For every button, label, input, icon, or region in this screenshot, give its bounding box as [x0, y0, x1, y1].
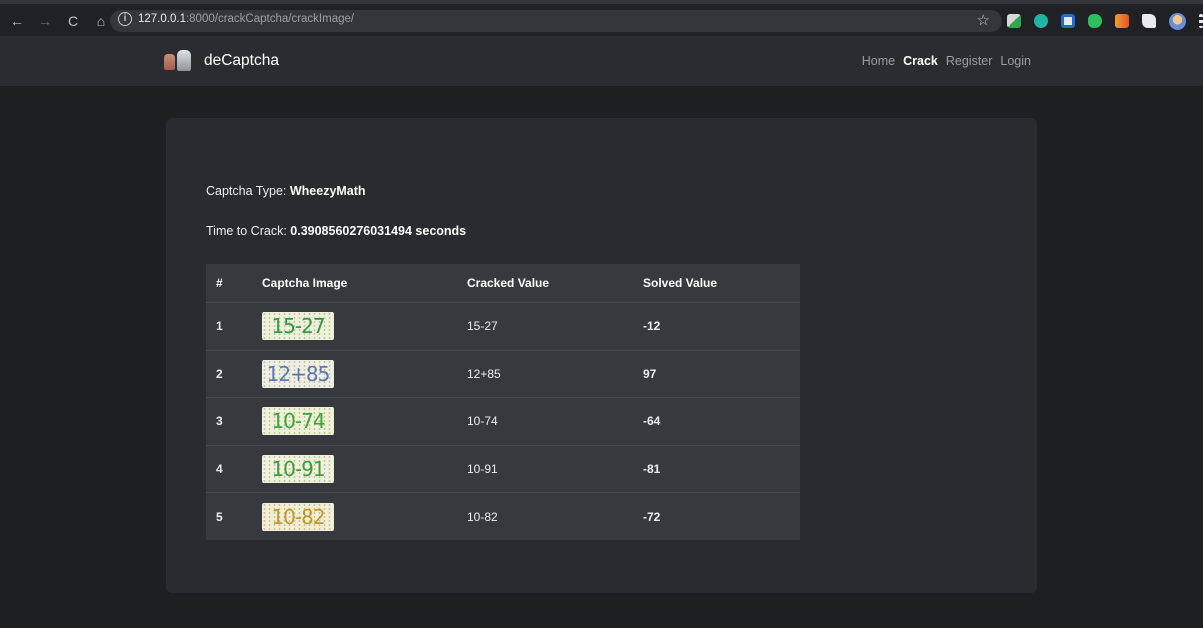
- captcha-type-label: Captcha Type:: [206, 184, 290, 198]
- url-path: :8000/crackCaptcha/crackImage/: [185, 13, 355, 25]
- captcha-image-text: 12+85: [266, 361, 331, 386]
- solved-value: 97: [643, 366, 657, 381]
- extension-evernote-icon[interactable]: [1088, 14, 1102, 28]
- url-text[interactable]: 127.0.0.1:8000/crackCaptcha/crackImage/: [138, 13, 354, 25]
- solved-value: -72: [643, 509, 661, 524]
- captcha-image: 10-91: [262, 455, 334, 484]
- nav-crack[interactable]: Crack: [903, 54, 938, 68]
- bookmark-star-icon[interactable]: ☆: [977, 11, 990, 29]
- row-index: 4: [216, 462, 223, 477]
- nav-links: Home Crack Register Login: [862, 54, 1031, 68]
- table-row: 1 15-27 15-27 -12: [206, 302, 800, 350]
- browser-nav-buttons: ← → C ⌂: [10, 12, 108, 30]
- table-row: 2 12+85 12+85 97: [206, 349, 800, 398]
- captcha-image: 10-74: [262, 407, 334, 436]
- row-index: 1: [216, 319, 223, 334]
- solved-value: -64: [643, 414, 661, 429]
- browser-toolbar: ← → C ⌂ i 127.0.0.1:8000/crackCaptcha/cr…: [0, 0, 1203, 36]
- cracked-value: 10-91: [467, 462, 498, 477]
- table-header-row: # Captcha Image Cracked Value Solved Val…: [206, 264, 800, 302]
- table-row: 3 10-74 10-74 -64: [206, 397, 800, 445]
- reload-icon[interactable]: C: [66, 12, 80, 30]
- extension-screen-icon[interactable]: [1061, 14, 1075, 28]
- back-icon[interactable]: ←: [10, 12, 24, 30]
- captcha-image-text: 15-27: [271, 314, 325, 339]
- extension-m-icon[interactable]: [1034, 14, 1048, 28]
- cracked-value: 12+85: [467, 366, 501, 381]
- solved-value: -81: [643, 462, 661, 477]
- cracked-value: 15-27: [467, 319, 498, 334]
- row-index: 3: [216, 414, 223, 429]
- captcha-image-cell: 10-74: [262, 398, 334, 445]
- captcha-image-cell: 10-82: [262, 493, 334, 540]
- home-icon[interactable]: ⌂: [94, 12, 108, 30]
- row-index: 2: [216, 366, 223, 381]
- nav-home[interactable]: Home: [862, 54, 895, 68]
- captcha-image-cell: 15-27: [262, 303, 334, 350]
- extensions-puzzle-icon[interactable]: [1142, 14, 1156, 28]
- results-table: # Captcha Image Cracked Value Solved Val…: [206, 264, 800, 540]
- nav-login[interactable]: Login: [1000, 54, 1031, 68]
- brand-name: deCaptcha: [204, 52, 279, 69]
- time-to-crack-label: Time to Crack:: [206, 224, 291, 238]
- captcha-image-text: 10-82: [271, 504, 325, 529]
- nav-register[interactable]: Register: [946, 54, 993, 68]
- captcha-image: 15-27: [262, 312, 334, 341]
- row-index: 5: [216, 509, 223, 524]
- header-captcha-image: Captcha Image: [262, 276, 348, 290]
- brand[interactable]: deCaptcha: [164, 50, 279, 72]
- header-solved-value: Solved Value: [643, 276, 718, 290]
- captcha-image-cell: 10-91: [262, 446, 334, 493]
- address-bar[interactable]: i 127.0.0.1:8000/crackCaptcha/crackImage…: [110, 10, 1002, 32]
- url-host: 127.0.0.1: [138, 13, 186, 25]
- solved-value: -12: [643, 319, 661, 334]
- header-cracked-value: Cracked Value: [467, 276, 550, 290]
- captcha-image: 10-82: [262, 502, 334, 531]
- brand-logo-icon: [164, 50, 194, 72]
- time-to-crack-value: 0.3908560276031494 seconds: [290, 224, 467, 238]
- table-row: 5 10-82 10-82 -72: [206, 492, 800, 540]
- browser-menu-icon[interactable]: [1199, 14, 1203, 28]
- table-row: 4 10-91 10-91 -81: [206, 444, 800, 493]
- captcha-type-line: Captcha Type: WheezyMath: [206, 184, 366, 198]
- captcha-image-text: 10-91: [271, 457, 325, 482]
- extension-pen-icon[interactable]: [1007, 14, 1021, 28]
- cracked-value: 10-74: [467, 414, 498, 429]
- header-index: #: [216, 276, 223, 290]
- forward-icon[interactable]: →: [38, 12, 52, 30]
- profile-avatar-icon[interactable]: [1169, 12, 1186, 30]
- time-to-crack-line: Time to Crack: 0.3908560276031494 second…: [206, 224, 466, 238]
- extension-icons: [1007, 12, 1203, 30]
- result-card: Captcha Type: WheezyMath Time to Crack: …: [166, 118, 1037, 593]
- captcha-image: 12+85: [262, 359, 334, 388]
- site-navbar: deCaptcha Home Crack Register Login: [0, 36, 1203, 86]
- captcha-type-value: WheezyMath: [289, 184, 366, 198]
- extension-flag-icon[interactable]: [1115, 14, 1129, 28]
- captcha-image-text: 10-74: [271, 409, 325, 434]
- captcha-image-cell: 12+85: [262, 351, 334, 398]
- site-info-icon[interactable]: i: [118, 12, 132, 26]
- cracked-value: 10-82: [467, 509, 498, 524]
